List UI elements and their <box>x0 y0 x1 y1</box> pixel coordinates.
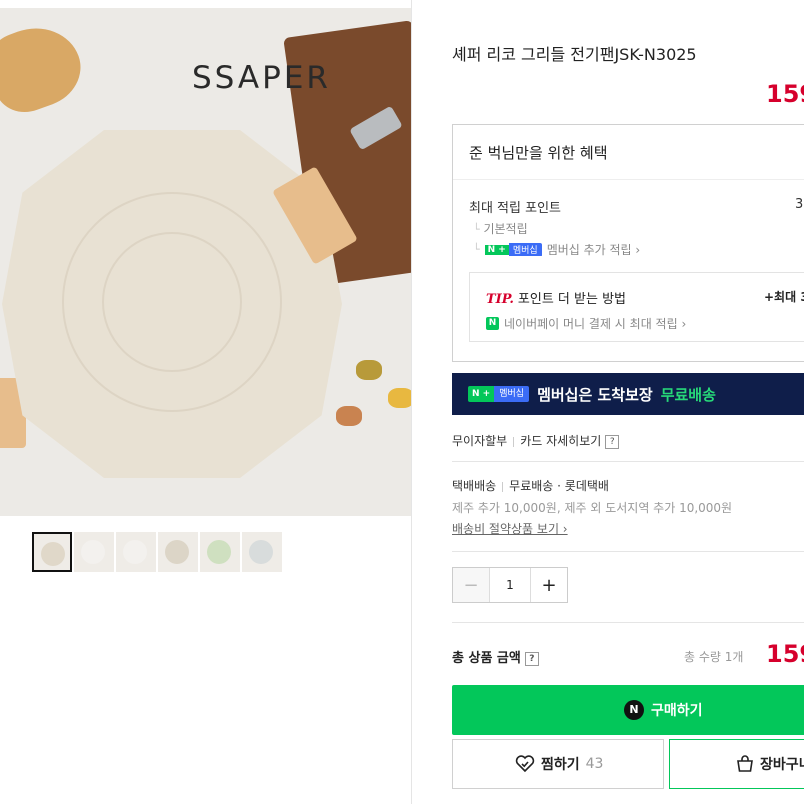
thumbnail-5[interactable] <box>200 532 240 572</box>
thumbnail-image <box>123 540 147 564</box>
card-detail-link[interactable]: 카드 자세히보기 <box>520 434 601 448</box>
help-icon[interactable]: ? <box>524 651 539 666</box>
membership-delivery-banner[interactable]: N + 멤버십 멤버십은 도착보장 무료배송 <box>452 373 804 415</box>
tree-corner-icon: └ <box>473 223 480 236</box>
tip-box: TIP.포인트 더 받는 방법 +최대 3 N 네이버페이 머니 결제 시 최대… <box>469 272 804 342</box>
buy-button[interactable]: N 구매하기 <box>452 685 804 735</box>
wish-button[interactable]: 찜하기 43 <box>452 739 664 789</box>
divider <box>452 461 804 462</box>
panel-divider <box>411 0 412 804</box>
total-label: 총 상품 금액 <box>452 651 521 666</box>
divider <box>453 179 804 180</box>
banner-text: 멤버십은 도착보장 <box>537 385 653 404</box>
pasta-decor <box>388 388 411 408</box>
total-label-row: 총 상품 금액? <box>452 647 539 666</box>
thumbnail-image <box>81 540 105 564</box>
divider <box>452 551 804 552</box>
tip-word: TIP. <box>486 292 514 307</box>
cart-label: 장바구니 <box>760 757 804 773</box>
tip-text: 포인트 더 받는 방법 <box>517 292 626 307</box>
shopping-bag-icon <box>737 755 753 772</box>
npay-money-link[interactable]: N 네이버페이 머니 결제 시 최대 적립 › <box>486 315 686 332</box>
thumbnail-strip <box>32 532 282 572</box>
divider <box>502 481 504 492</box>
naverpay-icon: N <box>486 317 499 330</box>
brand-logo: SSAPER <box>192 60 331 96</box>
cart-button[interactable]: 장바구니 <box>669 739 804 789</box>
banner-highlight: 무료배송 <box>660 385 716 404</box>
buy-label: 구매하기 <box>651 703 703 719</box>
thumbnail-image <box>41 542 65 566</box>
pasta-decor <box>356 360 382 380</box>
tip-value: +최대 3 <box>764 290 804 304</box>
product-main-image: SSAPER <box>0 8 411 516</box>
wooden-spatula-decor <box>0 15 91 121</box>
max-points-label: 최대 적립 포인트 <box>469 201 561 216</box>
help-icon[interactable]: ? <box>605 434 620 449</box>
thumbnail-image <box>207 540 231 564</box>
benefit-heading: 준 벅님만을 위한 혜택 <box>469 144 608 162</box>
quantity-minus-button[interactable]: − <box>453 568 489 602</box>
npay-membership-badge: N + 멤버십 <box>468 386 530 402</box>
thumbnail-image <box>249 540 273 564</box>
installment-label: 무이자할부 <box>452 434 508 448</box>
shipping-saving-link[interactable]: 배송비 절약상품 보기 › <box>452 520 568 537</box>
npay-membership-badge: N + 멤버십 <box>484 243 542 257</box>
payment-row: 무이자할부 카드 자세히보기? <box>452 432 620 449</box>
total-quantity: 총 수량 1개 <box>684 650 744 664</box>
badge-membership: 멤버십 <box>508 243 542 256</box>
max-points-value: 3, <box>795 197 804 212</box>
thumbnail-1[interactable] <box>32 532 72 572</box>
pan-ring <box>102 232 242 372</box>
quantity-plus-button[interactable]: + <box>531 568 567 602</box>
shipping-row: 택배배송 무료배송 · 롯데택배 <box>452 477 609 494</box>
thumbnail-image <box>165 540 189 564</box>
wish-label: 찜하기 <box>541 757 580 773</box>
quantity-stepper: − 1 + <box>452 567 568 603</box>
thumbnail-3[interactable] <box>116 532 156 572</box>
tip-label: TIP. 포인트 더 받는 방법 <box>486 288 626 307</box>
quantity-input[interactable]: 1 <box>489 568 531 602</box>
pasta-decor <box>336 406 362 426</box>
npay-money-text: 네이버페이 머니 결제 시 최대 적립 › <box>504 317 687 331</box>
product-title: 셰퍼 리코 그리들 전기팬JSK-N3025 <box>452 45 697 64</box>
divider <box>452 622 804 623</box>
divider <box>513 436 515 447</box>
thumbnail-4[interactable] <box>158 532 198 572</box>
shipping-extra: 제주 추가 10,000원, 제주 외 도서지역 추가 10,000원 <box>452 501 733 515</box>
shipping-fee: 무료배송 · 롯데택배 <box>509 479 609 493</box>
benefit-box: 준 벅님만을 위한 혜택 최대 적립 포인트 3, └ 기본적립 └ N +멤버… <box>452 124 804 362</box>
membership-points-row[interactable]: └ N + 멤버십 멤버십 추가 적립 › <box>473 241 640 258</box>
badge-n-plus: N + <box>484 244 509 255</box>
membership-extra-link[interactable]: 멤버십 추가 적립 › <box>547 241 641 258</box>
badge-n-plus: N + <box>468 386 495 402</box>
wish-count: 43 <box>585 756 604 772</box>
thumbnail-6[interactable] <box>242 532 282 572</box>
badge-membership: 멤버십 <box>494 386 530 402</box>
tree-corner-icon: └ <box>473 243 480 256</box>
product-price: 159 <box>766 80 804 108</box>
basic-points-row: └ 기본적립 <box>473 220 528 237</box>
heart-check-icon <box>515 755 535 773</box>
shipping-method: 택배배송 <box>452 479 497 493</box>
total-price: 159 <box>766 640 804 668</box>
naverpay-icon: N <box>624 700 644 720</box>
basic-points-label: 기본적립 <box>483 222 528 236</box>
thumbnail-2[interactable] <box>74 532 114 572</box>
